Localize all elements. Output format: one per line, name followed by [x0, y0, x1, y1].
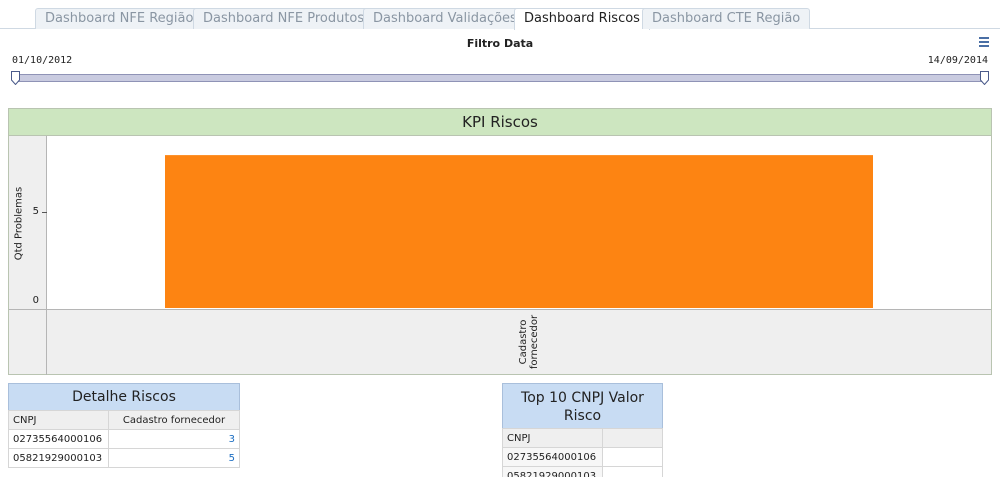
- cnpj-cell: 02735564000106: [8, 429, 109, 449]
- table-row: 05821929000103 5: [8, 448, 240, 468]
- table-header-row: CNPJ: [502, 428, 663, 448]
- y-tick-label: 0: [32, 295, 39, 306]
- end-date-label: 14/09/2014: [927, 55, 988, 66]
- column-header-value[interactable]: [602, 428, 663, 448]
- table-row: 02735564000106: [502, 447, 663, 467]
- date-range-slider[interactable]: [14, 74, 986, 82]
- dashboard-tabs: Dashboard NFE Região Dashboard NFE Produ…: [0, 0, 1000, 30]
- table-header-row: CNPJ Cadastro fornecedor: [8, 410, 240, 430]
- table-row: 02735564000106 3: [8, 429, 240, 449]
- y-tick-label: 5: [32, 206, 39, 218]
- x-tick-label: Cadastro fornecedor: [518, 314, 540, 370]
- detalhe-riscos-table: CNPJ Cadastro fornecedor 02735564000106 …: [8, 410, 240, 468]
- hamburger-menu-icon[interactable]: [979, 37, 989, 48]
- slider-end-handle[interactable]: [980, 71, 989, 85]
- table-row: 05821929000103: [502, 466, 663, 477]
- value-link[interactable]: 5: [108, 448, 240, 468]
- value-cell: [602, 466, 663, 477]
- detalhe-riscos-title: Detalhe Riscos: [8, 383, 240, 411]
- tab-dashboard-validacoes[interactable]: Dashboard Validações: [363, 8, 527, 29]
- kpi-panel-title: KPI Riscos: [9, 109, 991, 136]
- top10-title-line1: Top 10 CNPJ Valor: [521, 390, 644, 406]
- cnpj-cell: 02735564000106: [502, 447, 603, 467]
- tab-dashboard-riscos[interactable]: Dashboard Riscos: [514, 8, 650, 30]
- y-axis-title: Qtd Problemas: [13, 186, 25, 261]
- start-date-label: 01/10/2012: [12, 55, 73, 66]
- value-cell: [602, 447, 663, 467]
- cnpj-cell: 05821929000103: [8, 448, 109, 468]
- tab-dashboard-nfe-regiao[interactable]: Dashboard NFE Região: [35, 8, 204, 29]
- y-axis-area: Qtd Problemas 0 5: [9, 136, 47, 309]
- x-axis-area: Cadastro fornecedor: [9, 309, 991, 375]
- x-axis-corner: [9, 310, 47, 375]
- chart-plot-area: [47, 136, 991, 309]
- top10-table-viewport: CNPJ 02735564000106 05821929000103: [502, 428, 663, 477]
- slider-start-handle[interactable]: [11, 71, 20, 85]
- value-link[interactable]: 3: [108, 429, 240, 449]
- tab-dashboard-nfe-produtos[interactable]: Dashboard NFE Produtos: [193, 8, 375, 29]
- x-category-label: Cadastro fornecedor: [499, 314, 559, 370]
- filter-title: Filtro Data: [466, 37, 534, 50]
- column-header-cnpj[interactable]: CNPJ: [8, 410, 109, 430]
- bar-cadastro-fornecedor[interactable]: [165, 155, 873, 308]
- cnpj-cell: 05821929000103: [502, 466, 603, 477]
- kpi-riscos-panel: KPI Riscos Qtd Problemas 0 5 Cadastro for…: [8, 108, 992, 375]
- column-header-cadastro-fornecedor[interactable]: Cadastro fornecedor: [108, 410, 240, 430]
- tab-dashboard-cte-regiao[interactable]: Dashboard CTE Região: [642, 8, 811, 29]
- top10-title-line2: Risco: [563, 408, 602, 424]
- top10-cnpj-title: Top 10 CNPJ Valor Risco: [502, 383, 663, 429]
- top10-cnpj-table: CNPJ 02735564000106 05821929000103: [502, 428, 663, 477]
- column-header-cnpj[interactable]: CNPJ: [502, 428, 603, 448]
- bar-chart: [165, 155, 873, 308]
